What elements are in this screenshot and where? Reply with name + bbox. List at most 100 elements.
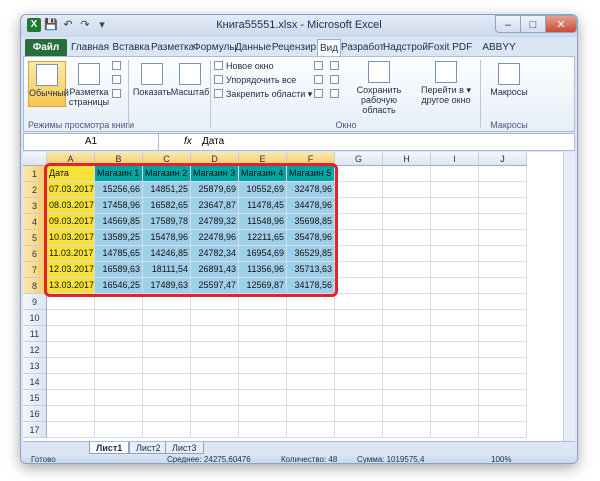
cell[interactable] (431, 262, 479, 278)
formula-input[interactable]: Дата (202, 134, 224, 150)
cell[interactable] (383, 358, 431, 374)
cell[interactable] (143, 342, 191, 358)
cell[interactable] (191, 390, 239, 406)
cell[interactable] (335, 342, 383, 358)
cell[interactable] (383, 326, 431, 342)
custom-view-icon[interactable] (112, 75, 124, 86)
cell[interactable] (335, 230, 383, 246)
column-header[interactable]: G (335, 152, 383, 166)
cell[interactable] (335, 182, 383, 198)
cell[interactable] (287, 406, 335, 422)
cell[interactable] (431, 246, 479, 262)
cell[interactable] (383, 182, 431, 198)
cell[interactable] (335, 294, 383, 310)
column-header[interactable]: H (383, 152, 431, 166)
cell[interactable] (431, 182, 479, 198)
page-break-icon[interactable] (112, 61, 124, 72)
cell[interactable] (143, 326, 191, 342)
cell[interactable] (431, 326, 479, 342)
normal-view-button[interactable]: Обычный (28, 61, 69, 107)
cell[interactable] (191, 358, 239, 374)
cell[interactable] (479, 422, 527, 438)
cell[interactable] (95, 326, 143, 342)
cell[interactable] (143, 422, 191, 438)
cell[interactable] (383, 230, 431, 246)
cell[interactable] (479, 358, 527, 374)
cell[interactable] (479, 214, 527, 230)
cell[interactable] (47, 406, 95, 422)
cell[interactable] (479, 342, 527, 358)
zoom-button[interactable]: Масштаб (170, 63, 210, 97)
arrange-all-button[interactable]: Упорядочить все (214, 75, 296, 86)
tab-abbyy[interactable]: ABBYY PDF (473, 39, 525, 71)
tab-developer[interactable]: Разработ (341, 39, 384, 57)
cell[interactable] (479, 278, 527, 294)
fullscreen-icon[interactable] (112, 89, 124, 100)
row-header[interactable]: 9 (23, 294, 47, 310)
cell[interactable] (95, 310, 143, 326)
cell[interactable] (431, 406, 479, 422)
cell[interactable] (335, 262, 383, 278)
cell[interactable] (239, 342, 287, 358)
cell[interactable] (335, 246, 383, 262)
cell[interactable] (95, 390, 143, 406)
cell[interactable] (143, 358, 191, 374)
cell[interactable] (431, 278, 479, 294)
sync-scroll-icon[interactable] (330, 75, 342, 86)
cell[interactable] (479, 326, 527, 342)
macros-button[interactable]: Макросы (486, 63, 532, 97)
cell[interactable] (383, 246, 431, 262)
cell[interactable] (239, 390, 287, 406)
select-all-corner[interactable] (23, 152, 47, 166)
cell[interactable] (431, 230, 479, 246)
cell[interactable] (479, 406, 527, 422)
freeze-panes-button[interactable]: Закрепить области ▾ (214, 89, 312, 100)
tab-formulas[interactable]: Формулы (193, 39, 237, 57)
cell[interactable] (191, 342, 239, 358)
name-box[interactable]: A1 (24, 134, 159, 150)
cell[interactable] (431, 358, 479, 374)
cell[interactable] (479, 262, 527, 278)
sheet-tab-3[interactable]: Лист3 (165, 442, 204, 454)
cell[interactable] (143, 374, 191, 390)
cell[interactable] (143, 406, 191, 422)
tab-review[interactable]: Рецензир (271, 39, 317, 57)
switch-windows-button[interactable]: Перейти в ▾ другое окно (416, 61, 476, 105)
cell[interactable] (431, 422, 479, 438)
tab-view[interactable]: Вид (317, 39, 341, 57)
cell[interactable] (479, 374, 527, 390)
new-window-button[interactable]: Новое окно (214, 61, 274, 72)
cell[interactable] (479, 166, 527, 182)
cell[interactable] (287, 326, 335, 342)
insert-function-icon[interactable]: fx (184, 134, 192, 150)
cell[interactable] (95, 374, 143, 390)
cell[interactable] (383, 294, 431, 310)
cell[interactable] (335, 166, 383, 182)
cell[interactable] (335, 198, 383, 214)
cell[interactable] (47, 390, 95, 406)
cell[interactable] (191, 406, 239, 422)
row-header[interactable]: 15 (23, 390, 47, 406)
row-header[interactable]: 11 (23, 326, 47, 342)
tab-file[interactable]: Файл (25, 39, 67, 57)
row-header[interactable]: 17 (23, 422, 47, 438)
cell[interactable] (143, 310, 191, 326)
cell[interactable] (383, 166, 431, 182)
split-icon[interactable] (314, 61, 326, 72)
cell[interactable] (479, 310, 527, 326)
cell[interactable] (239, 358, 287, 374)
cell[interactable] (335, 310, 383, 326)
cell[interactable] (287, 390, 335, 406)
cell[interactable] (479, 182, 527, 198)
cell[interactable] (287, 310, 335, 326)
save-workspace-button[interactable]: Сохранить рабочую область (344, 61, 414, 115)
cell[interactable] (383, 422, 431, 438)
unhide-icon[interactable] (314, 89, 326, 100)
cell[interactable] (287, 358, 335, 374)
cell[interactable] (431, 374, 479, 390)
cell[interactable] (383, 198, 431, 214)
cell[interactable] (287, 422, 335, 438)
cell[interactable] (335, 278, 383, 294)
cell[interactable] (479, 390, 527, 406)
cell[interactable] (287, 374, 335, 390)
